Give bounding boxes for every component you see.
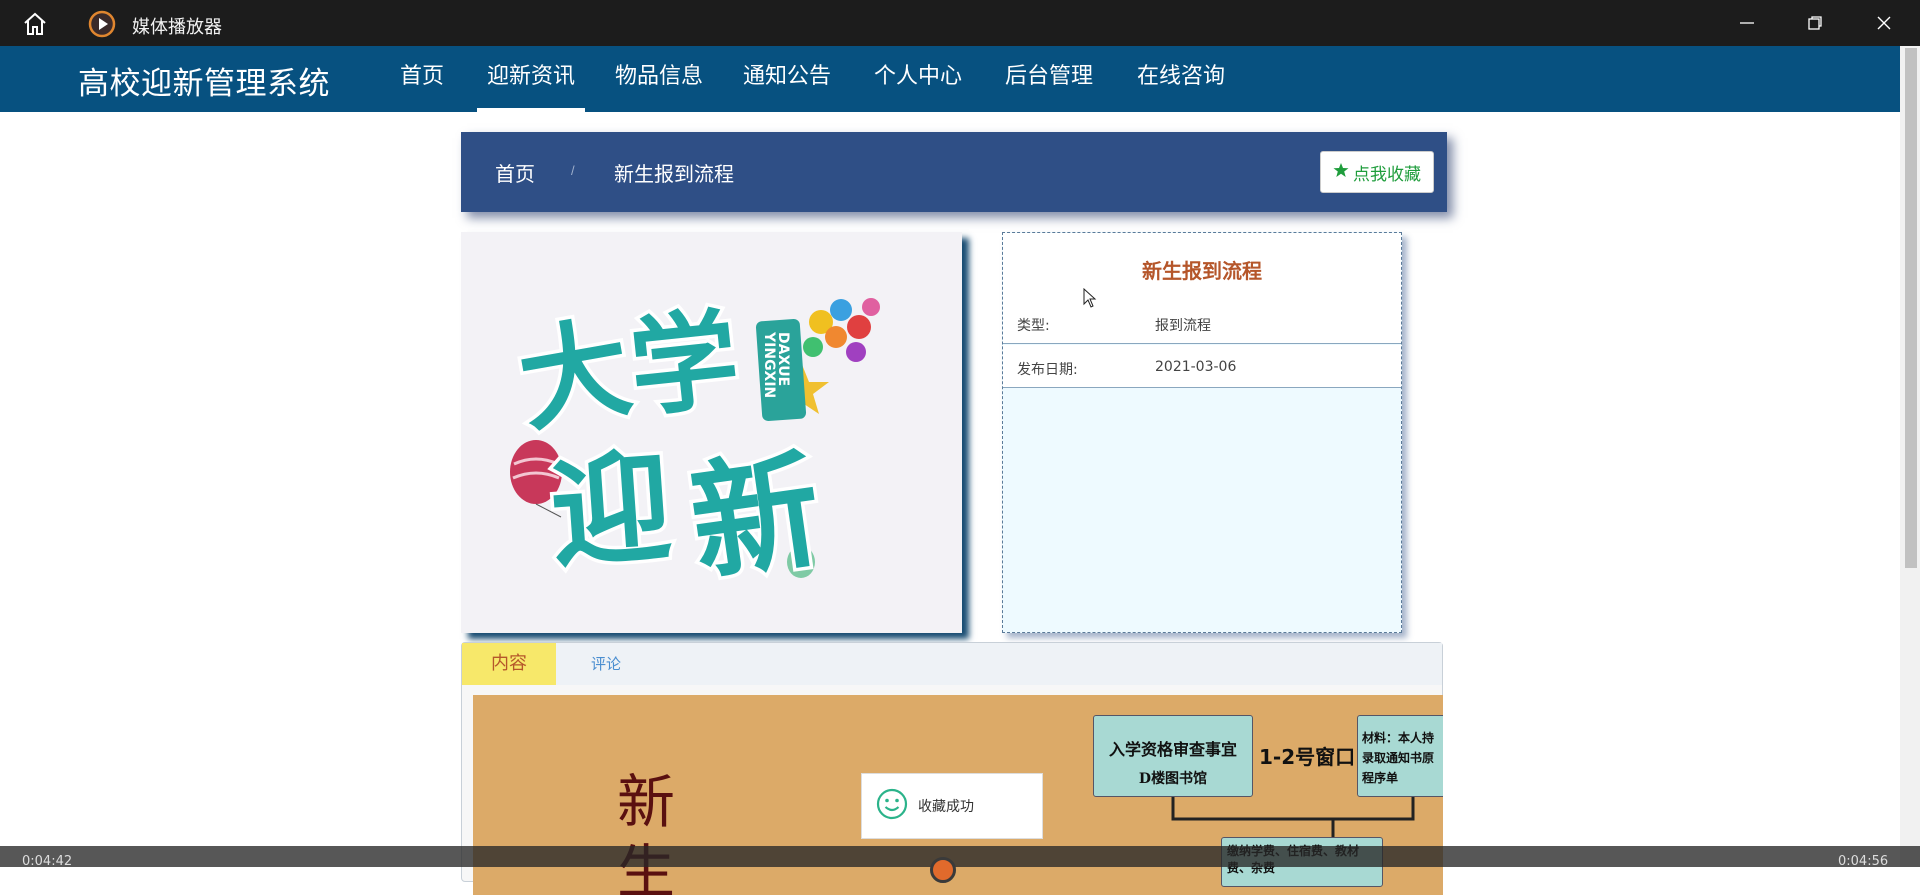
detail-row-type: 类型: 报到流程	[1003, 301, 1401, 344]
toast-message: 收藏成功	[918, 799, 974, 815]
tab-content[interactable]: 内容	[462, 643, 556, 685]
breadcrumb-current: 新生报到流程	[614, 162, 734, 186]
page-scrollbar[interactable]	[1900, 46, 1920, 867]
site-navbar: 高校迎新管理系统 首页 迎新资讯 物品信息 通知公告 个人中心 后台管理 在线咨…	[0, 46, 1900, 112]
success-toast: 收藏成功	[861, 773, 1043, 839]
player-controls: 0:04:42 0:04:56	[0, 846, 1920, 883]
nav-item-home[interactable]: 首页	[396, 46, 448, 112]
nav-item-consult[interactable]: 在线咨询	[1134, 46, 1228, 112]
poster-materials-line: 程序单	[1362, 771, 1399, 785]
poster-window-label: 1-2号窗口	[1259, 745, 1356, 769]
svg-text:新: 新	[682, 435, 830, 600]
scrollbar-thumb[interactable]	[1905, 48, 1917, 568]
news-cover-image: DAXUE YINGXIN 大 学 迎 新	[461, 232, 962, 633]
home-icon[interactable]	[22, 11, 48, 37]
player-title: 媒体播放器	[132, 17, 222, 38]
poster-materials-line: 材料：本人持	[1362, 731, 1435, 745]
restore-icon[interactable]	[1797, 8, 1833, 38]
breadcrumb-home[interactable]: 首页	[495, 158, 535, 187]
nav-item-goods[interactable]: 物品信息	[612, 46, 706, 112]
detail-row-date: 发布日期: 2021-03-06	[1003, 345, 1401, 388]
player-titlebar: 媒体播放器	[0, 0, 1920, 46]
detail-date-value: 2021-03-06	[1155, 359, 1237, 375]
nav-item-profile[interactable]: 个人中心	[871, 46, 965, 112]
star-icon	[1333, 162, 1349, 183]
seek-knob[interactable]	[930, 857, 956, 883]
detail-type-value: 报到流程	[1155, 318, 1211, 334]
svg-text:大: 大	[509, 302, 640, 447]
minimize-icon[interactable]	[1729, 8, 1765, 38]
detail-title: 新生报到流程	[1142, 259, 1262, 283]
tab-comments[interactable]: 评论	[556, 643, 656, 685]
detail-header: 新生报到流程	[1003, 233, 1401, 301]
nav-item-notices[interactable]: 通知公告	[740, 46, 834, 112]
nav-item-news[interactable]: 迎新资讯	[477, 46, 585, 112]
tab-strip: 内容 评论	[462, 643, 1442, 685]
breadcrumb: 首页 / 新生报到流程 点我收藏	[461, 132, 1447, 212]
poster-box-review-title: 入学资格审查事宜	[1108, 740, 1237, 759]
breadcrumb-separator: /	[571, 163, 575, 178]
svg-text:迎: 迎	[546, 438, 675, 585]
favorite-button[interactable]: 点我收藏	[1320, 151, 1434, 193]
nav-item-admin[interactable]: 后台管理	[1002, 46, 1096, 112]
smile-icon	[876, 788, 908, 824]
svg-text:YINGXIN: YINGXIN	[761, 331, 777, 398]
poster-materials-line: 录取通知书原	[1362, 751, 1435, 765]
detail-type-label: 类型:	[1017, 318, 1050, 334]
svg-text:学: 学	[624, 297, 744, 433]
detail-date-label: 发布日期:	[1017, 362, 1078, 378]
close-icon[interactable]	[1866, 8, 1902, 38]
play-icon	[88, 10, 116, 38]
news-detail-card: 新生报到流程 类型: 报到流程 发布日期: 2021-03-06	[1002, 232, 1402, 633]
poster-box-review: 入学资格审查事宜 D楼图书馆	[1093, 715, 1253, 797]
poster-box-materials: 材料：本人持 录取通知书原 程序单	[1357, 715, 1443, 797]
favorite-button-label: 点我收藏	[1353, 164, 1421, 185]
mouse-cursor-icon	[1083, 287, 1097, 313]
poster-box-review-location: D楼图书馆	[1138, 771, 1208, 787]
site-brand[interactable]: 高校迎新管理系统	[78, 58, 330, 103]
